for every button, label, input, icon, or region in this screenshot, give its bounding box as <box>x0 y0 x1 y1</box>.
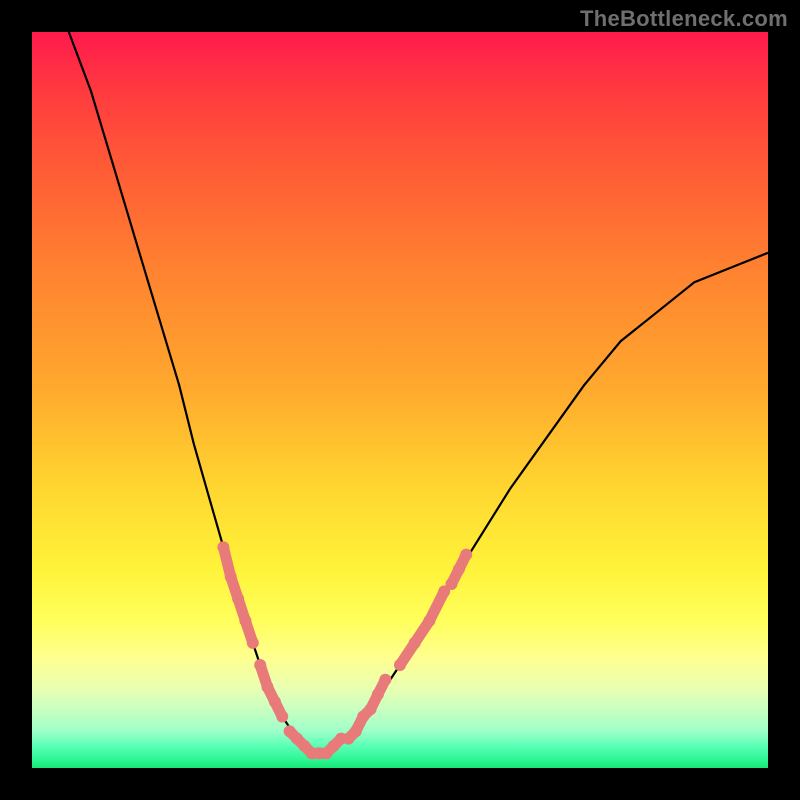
marker-dot <box>379 674 391 686</box>
marker-dot <box>453 563 465 575</box>
marker-dot <box>239 615 251 627</box>
marker-dot <box>225 571 237 583</box>
marker-dot <box>269 696 281 708</box>
marker-dot <box>394 659 406 671</box>
marker-dot <box>276 711 288 723</box>
curve-layer <box>32 32 768 768</box>
marker-dot <box>409 637 421 649</box>
marker-dot <box>365 703 377 715</box>
marker-dot <box>232 593 244 605</box>
plot-area <box>32 32 768 768</box>
marker-dot <box>423 615 435 627</box>
chart-frame: TheBottleneck.com <box>0 0 800 800</box>
marker-dot <box>372 688 384 700</box>
marker-dot <box>350 725 362 737</box>
marker-dot <box>217 541 229 553</box>
marker-segment <box>400 591 444 665</box>
marker-dot <box>247 637 259 649</box>
marker-dot <box>262 681 274 693</box>
marker-dot <box>460 549 472 561</box>
marker-dot <box>446 578 458 590</box>
watermark-text: TheBottleneck.com <box>580 6 788 32</box>
marker-dot <box>254 659 266 671</box>
